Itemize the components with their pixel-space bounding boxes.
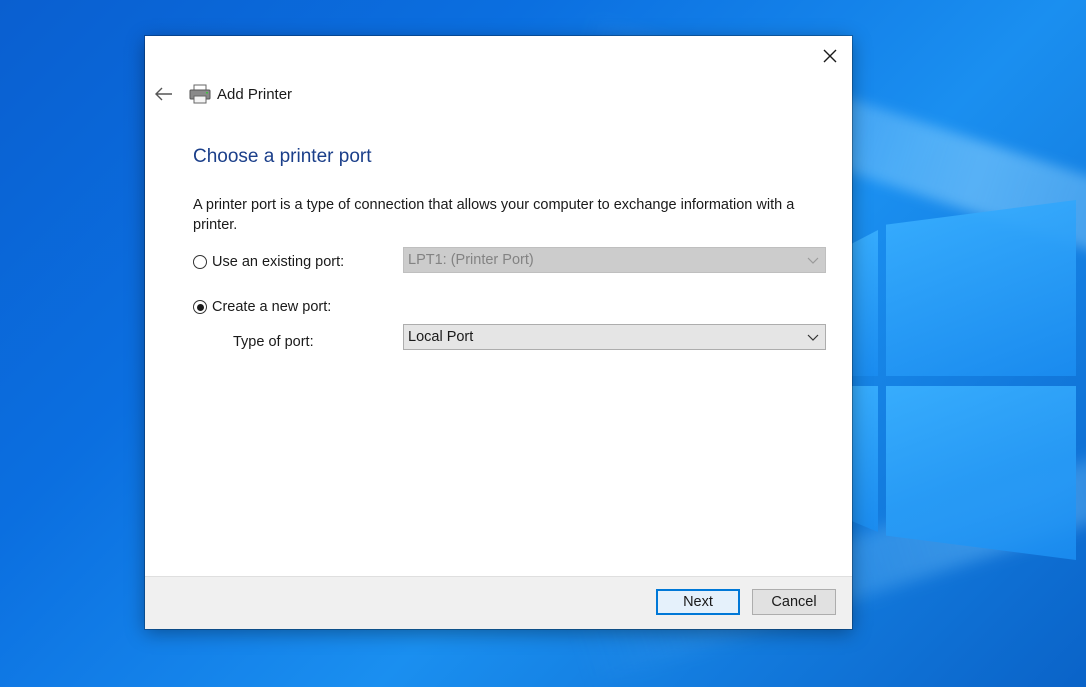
back-button[interactable]	[153, 83, 175, 105]
chevron-down-icon	[807, 257, 819, 264]
page-description: A printer port is a type of connection t…	[193, 197, 795, 233]
wizard-title: Add Printer	[217, 85, 293, 103]
type-of-port-select[interactable]: Local Port	[403, 324, 826, 350]
existing-port-select[interactable]: LPT1: (Printer Port)	[403, 247, 826, 273]
use-existing-port-label: Use an existing port:	[212, 254, 345, 270]
chevron-down-icon	[807, 334, 819, 341]
type-of-port-value: Local Port	[408, 329, 474, 345]
create-new-port-radio[interactable]: Create a new port:	[193, 299, 331, 315]
printer-icon	[189, 83, 211, 105]
wizard-header: Add Printer	[153, 82, 292, 106]
close-icon	[823, 49, 837, 63]
add-printer-dialog: Add Printer Choose a printer port A prin…	[145, 36, 852, 629]
create-new-port-label: Create a new port:	[212, 299, 332, 315]
existing-port-value: LPT1: (Printer Port)	[408, 252, 534, 268]
close-button[interactable]	[816, 42, 844, 70]
radio-circle-checked[interactable]	[193, 300, 207, 314]
type-of-port-label: Type of port:	[233, 334, 314, 350]
windows-logo	[850, 200, 1086, 560]
next-button[interactable]: Next	[656, 589, 740, 615]
back-arrow-icon	[155, 87, 172, 101]
cancel-button[interactable]: Cancel	[752, 589, 836, 615]
dialog-footer: Next Cancel	[145, 576, 852, 629]
radio-circle[interactable]	[193, 255, 207, 269]
use-existing-port-radio[interactable]: Use an existing port:	[193, 254, 344, 270]
page-heading: Choose a printer port	[193, 146, 372, 167]
